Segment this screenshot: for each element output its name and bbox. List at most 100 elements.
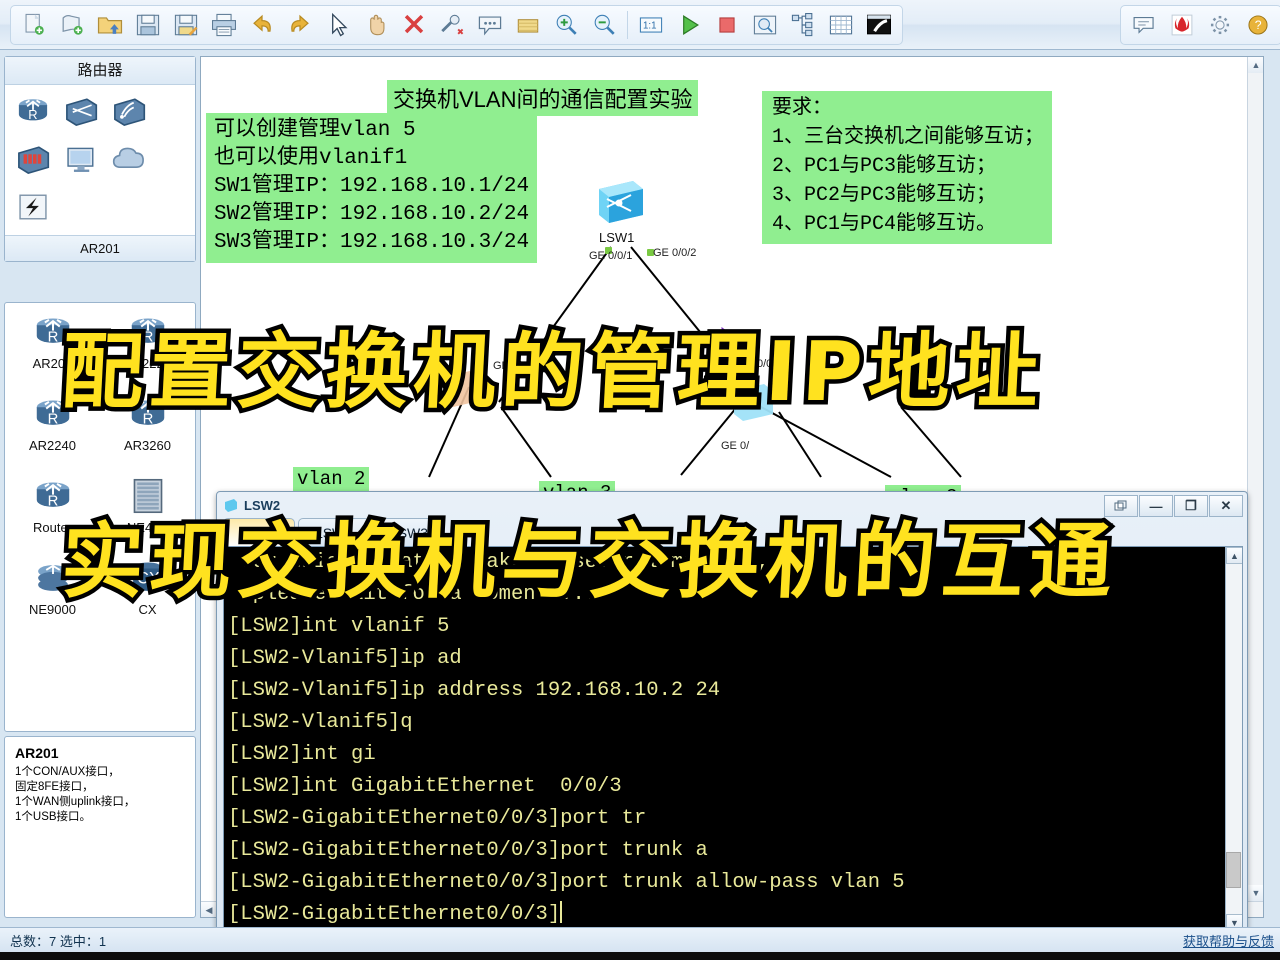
huawei-logo-icon: [1171, 14, 1193, 36]
close-button[interactable]: ✕: [1209, 495, 1243, 517]
cli-tab-lsw1[interactable]: LSW1: [298, 518, 370, 546]
help-feedback-link[interactable]: 获取帮助与反馈: [1183, 931, 1274, 950]
toolbar-cli-button[interactable]: [860, 7, 898, 43]
new-topology-icon: [62, 14, 83, 35]
toolbar-new-topology-button[interactable]: [53, 7, 91, 43]
toolbar-delete-button[interactable]: [395, 7, 433, 43]
one-to-one-icon: 1:1: [639, 17, 663, 33]
toolbar-topology-tree-button[interactable]: [784, 7, 822, 43]
scroll-left-icon[interactable]: ◀: [201, 902, 217, 917]
cli-icon: [867, 14, 891, 35]
pointer-icon: [332, 12, 348, 37]
router-icon: R: [36, 318, 69, 345]
palette-firewall[interactable]: [13, 139, 53, 179]
svg-text:CX: CX: [137, 569, 160, 587]
device-item-ne9000[interactable]: NE9000: [5, 555, 100, 637]
port-label-ge0-0-3-b: GE 0/0/3: [738, 358, 782, 370]
toolbar-zoom-out-button[interactable]: [585, 7, 623, 43]
canvas-vertical-scrollbar[interactable]: ▲ ▼: [1247, 57, 1263, 917]
toolbar-new-file-button[interactable]: [15, 7, 53, 43]
palette-switch[interactable]: [61, 91, 101, 131]
toolbar-grid-button[interactable]: [822, 7, 860, 43]
palette-frame-relay[interactable]: [13, 187, 53, 227]
switch-node-lsw1-icon[interactable]: [593, 175, 647, 227]
toolbar-save-as-button[interactable]: [167, 7, 205, 43]
router-icon: R: [131, 318, 164, 345]
device-model-list[interactable]: R AR201 R AR2220 R AR2240 R AR3260 R Router NE40E N…: [4, 302, 196, 732]
svg-text:1:1: 1:1: [643, 21, 656, 32]
save-as-icon: [174, 14, 198, 36]
toolbar-start-button[interactable]: [670, 7, 708, 43]
canvas-note-left: 可以创建管理vlan 5 也可以使用vlanif1 SW1管理IP：192.16…: [206, 113, 538, 263]
palette-pc[interactable]: [61, 139, 101, 179]
undo-icon: [253, 14, 271, 32]
device-item-ar201[interactable]: R AR201: [5, 309, 100, 391]
link-endpoint-dot: [481, 379, 488, 386]
scroll-up-icon[interactable]: ▲: [1248, 57, 1263, 73]
svg-text:R: R: [142, 329, 153, 345]
device-item-ar2240[interactable]: R AR2240: [5, 391, 100, 473]
toolbar-help-button[interactable]: ?: [1239, 7, 1277, 43]
svg-text:?: ?: [1255, 18, 1262, 32]
toolbar-wrench-button[interactable]: [433, 7, 471, 43]
toolbar-capture-button[interactable]: [746, 7, 784, 43]
cli-tab-bar[interactable]: LSW2 LSW1 LSW3: [223, 518, 448, 546]
cli-window[interactable]: LSW2 — ❐ ✕ LSW2 LSW1 LSW3 for this operati…: [216, 491, 1248, 960]
device-item-cx[interactable]: CX CX: [100, 555, 195, 637]
help-icon: ?: [1248, 15, 1268, 35]
node-label-lsw1: LSW1: [599, 230, 635, 245]
cli-window-title: LSW2: [244, 497, 281, 513]
toolbar-hand-button[interactable]: [357, 7, 395, 43]
pc-icon: [67, 147, 94, 172]
cli-console[interactable]: for this operation takes a several minut…: [223, 546, 1243, 949]
cli-window-titlebar: LSW2 — ❐ ✕: [217, 492, 1247, 518]
palette-cloud[interactable]: [109, 139, 149, 179]
toolbar-note-button[interactable]: [509, 7, 547, 43]
switch-node-3-icon[interactable]: [439, 365, 487, 411]
toolbar-stop-button[interactable]: [708, 7, 746, 43]
topology-tree-icon: [791, 13, 813, 37]
device-item-ne40e[interactable]: NE40E: [100, 473, 195, 555]
toolbar-feedback-button[interactable]: [1125, 7, 1163, 43]
maximize-button[interactable]: ❐: [1174, 495, 1208, 517]
stack-router-icon: [30, 555, 76, 601]
cli-tab-lsw2[interactable]: LSW2: [223, 518, 295, 546]
restore-button[interactable]: [1104, 495, 1138, 517]
palette-wireless-ap[interactable]: [109, 91, 149, 131]
toolbar-redo-button[interactable]: [281, 7, 319, 43]
console-vertical-scrollbar[interactable]: ▲ ▼: [1225, 547, 1242, 948]
firewall-icon: [18, 146, 50, 175]
router-icon: R: [30, 309, 76, 355]
toolbar-undo-button[interactable]: [243, 7, 281, 43]
port-label-ge0-0-3-a: GE 0/0/3: [493, 360, 537, 372]
scroll-down-icon[interactable]: ▼: [1248, 885, 1263, 901]
link-endpoint-dot: [731, 377, 738, 384]
device-item-router[interactable]: R Router: [5, 473, 100, 555]
console-scroll-thumb[interactable]: [1226, 852, 1241, 888]
switch-node-2-icon[interactable]: [729, 379, 777, 425]
palette-router[interactable]: R: [13, 91, 53, 131]
frame-relay-icon: [19, 194, 47, 220]
device-item-ar2220[interactable]: R AR2220: [100, 309, 195, 391]
router-icon: R: [36, 482, 69, 509]
minimize-button[interactable]: —: [1139, 495, 1173, 517]
status-counts: 总数：7 选中：1: [10, 933, 107, 949]
device-item-ar3260[interactable]: R AR3260: [100, 391, 195, 473]
toolbar-open-folder-button[interactable]: [91, 7, 129, 43]
toolbar-gear-button[interactable]: [1201, 7, 1239, 43]
device-item-label: NE9000: [29, 602, 76, 617]
device-category-icons[interactable]: R: [5, 85, 195, 235]
console-scroll-up-icon[interactable]: ▲: [1226, 547, 1242, 564]
router-icon: R: [18, 99, 48, 122]
toolbar-one-to-one-button[interactable]: 1:1: [632, 7, 670, 43]
grid-icon: [829, 15, 853, 35]
svg-text:R: R: [47, 329, 58, 345]
toolbar-save-button[interactable]: [129, 7, 167, 43]
device-item-label: Router: [32, 520, 73, 535]
toolbar-comment-button[interactable]: [471, 7, 509, 43]
cli-tab-lsw3[interactable]: LSW3: [373, 518, 445, 546]
toolbar-huawei-logo-button[interactable]: [1163, 7, 1201, 43]
toolbar-print-button[interactable]: [205, 7, 243, 43]
toolbar-zoom-in-button[interactable]: [547, 7, 585, 43]
toolbar-pointer-button[interactable]: [319, 7, 357, 43]
